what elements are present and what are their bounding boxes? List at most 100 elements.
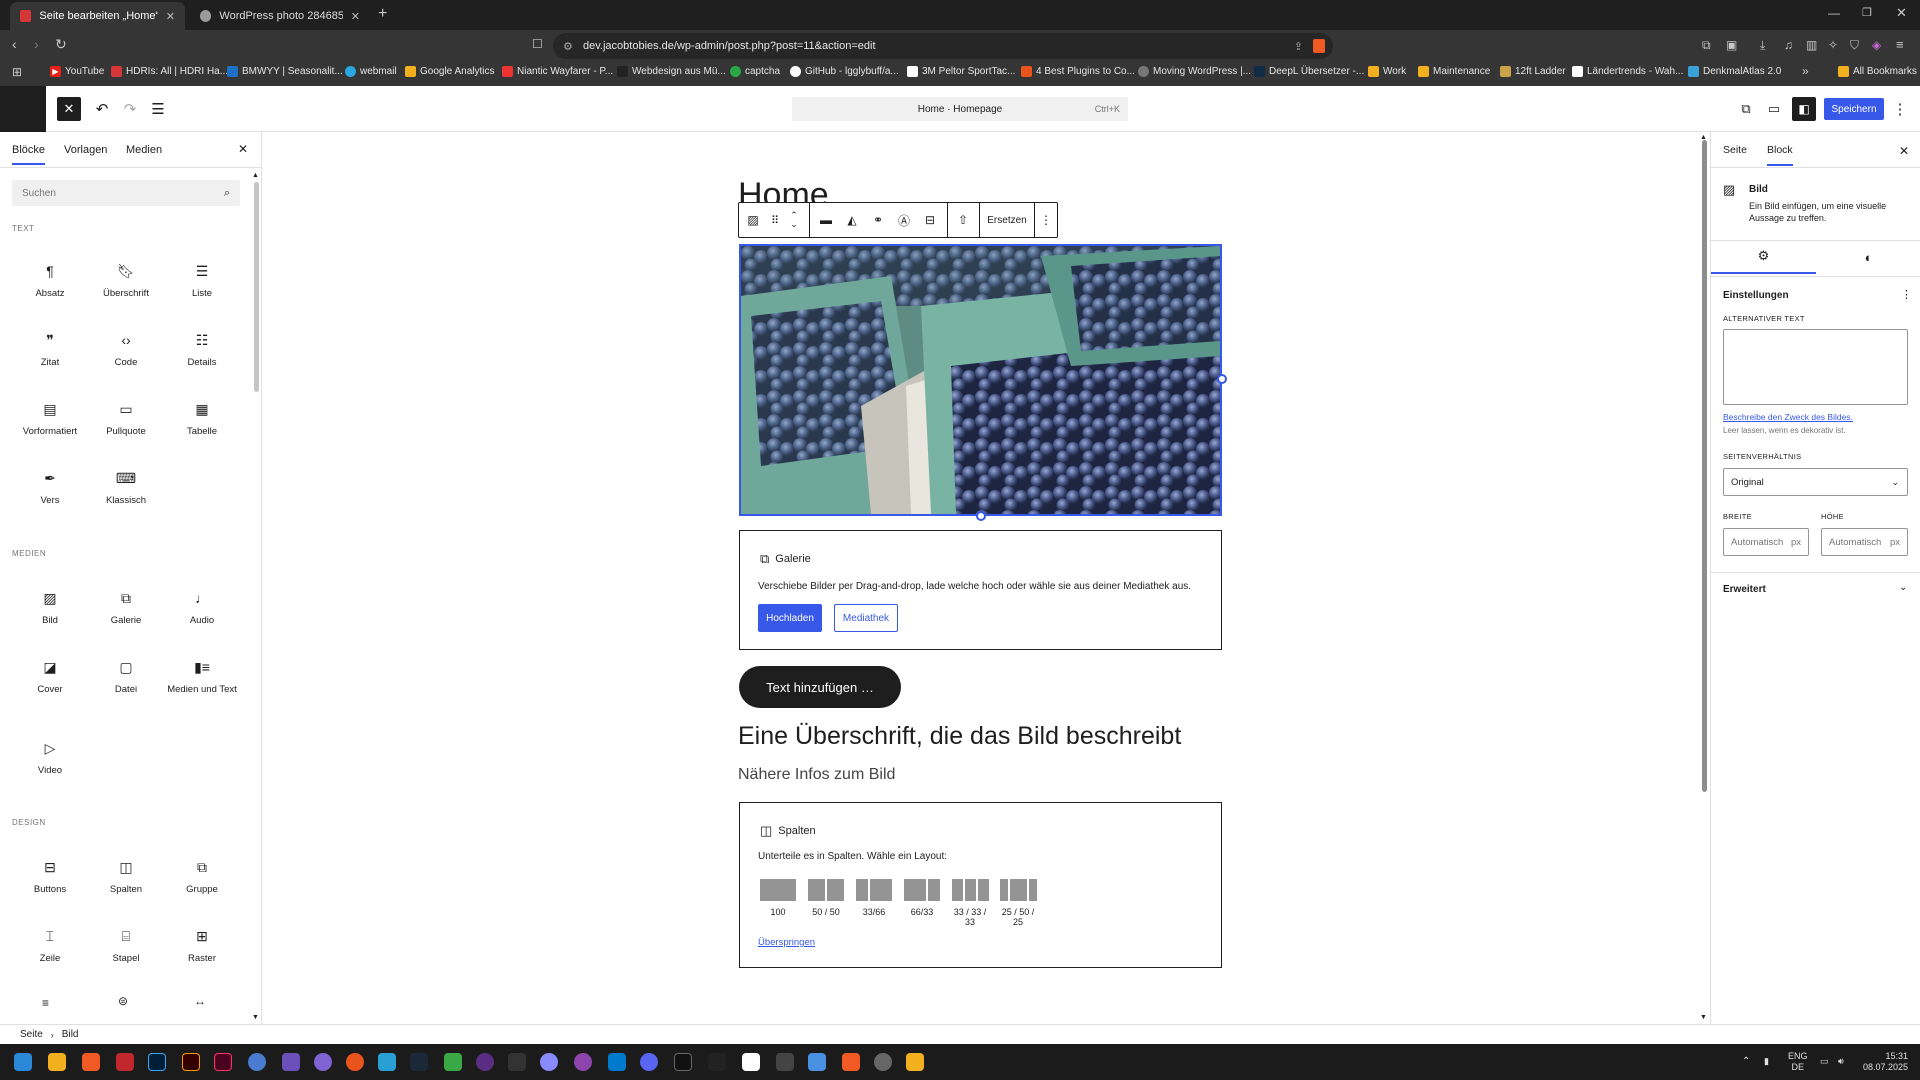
download-icon[interactable]: ⤓ — [1760, 38, 1765, 53]
tray-chevron-icon[interactable]: ⌃ — [1742, 1056, 1750, 1067]
app-icon[interactable] — [314, 1053, 332, 1071]
layout-option[interactable]: 25 / 50 / 25 — [996, 879, 1040, 927]
site-info-icon[interactable]: ⚙ — [563, 40, 573, 53]
bookmark-item[interactable]: ▶ YouTube — [50, 66, 104, 77]
save-button[interactable]: Speichern — [1824, 98, 1884, 120]
block-buttons[interactable]: ⊟ Buttons — [12, 856, 88, 895]
bookmark-item[interactable]: Ländertrends - Wah... — [1572, 66, 1683, 77]
app-icon[interactable] — [248, 1053, 266, 1071]
back-icon[interactable]: ‹ — [12, 36, 17, 52]
aspect-ratio-select[interactable]: Original ⌄ — [1723, 468, 1908, 496]
separator-icon[interactable]: ⊜ — [118, 994, 128, 1008]
move-updown-icon[interactable]: ⌃ ⌄ — [783, 203, 805, 237]
vpn-icon[interactable]: ⛉ — [1850, 38, 1859, 53]
advanced-panel-toggle[interactable]: Erweitert — [1723, 584, 1766, 595]
layout-option[interactable]: 100 — [756, 879, 800, 917]
bookmark-item[interactable]: Niantic Wayfarer - P... — [502, 66, 613, 77]
discord-icon[interactable] — [640, 1053, 658, 1071]
app-icon[interactable] — [282, 1053, 300, 1071]
alt-text-help-link[interactable]: Beschreibe den Zweck des Bildes. — [1723, 412, 1853, 422]
app-icon[interactable] — [808, 1053, 826, 1071]
skip-link[interactable]: Überspringen — [758, 937, 815, 948]
tab-blocks[interactable]: Blöcke — [12, 144, 46, 165]
app-icon[interactable] — [476, 1053, 494, 1071]
scroll-up-icon[interactable]: ▲ — [1700, 134, 1707, 141]
tab-block[interactable]: Block — [1767, 144, 1793, 166]
view-page-icon[interactable]: ⧉ — [1734, 97, 1758, 121]
bookmark-item[interactable]: Google Analytics — [405, 66, 495, 77]
browser-tab-active[interactable]: Seite bearbeiten „Home“ ‹ TEST ✕ — [10, 2, 185, 30]
close-window-icon[interactable]: ✕ — [1896, 5, 1907, 21]
bookmark-item[interactable]: Webdesign aus Mü... — [617, 66, 726, 77]
screenshot-icon[interactable]: ▣ — [1726, 38, 1737, 52]
block-paragraph[interactable]: ¶ Absatz — [12, 260, 88, 299]
brave-icon[interactable] — [842, 1053, 860, 1071]
add-text-button[interactable]: Text hinzufügen … — [739, 666, 901, 708]
block-stack[interactable]: ⌸ Stapel — [88, 925, 164, 964]
block-audio[interactable]: ♩ Audio — [164, 587, 240, 626]
tab-patterns[interactable]: Vorlagen — [64, 144, 107, 156]
app-icon[interactable] — [776, 1053, 794, 1071]
app-icon[interactable] — [708, 1053, 726, 1071]
app-icon[interactable] — [742, 1053, 760, 1071]
block-cover[interactable]: ◪ Cover — [12, 656, 88, 695]
bookmark-item[interactable]: Work — [1368, 66, 1406, 77]
bookmark-item[interactable]: DeepL Übersetzer -... — [1254, 66, 1364, 77]
new-tab-icon[interactable]: + — [378, 5, 387, 23]
canvas-scrollbar[interactable] — [1702, 140, 1707, 792]
breadcrumb-item[interactable]: Bild — [62, 1029, 79, 1040]
page-title[interactable]: Home — [738, 176, 829, 204]
layout-option[interactable]: 66/33 — [900, 879, 944, 917]
photoshop-icon[interactable] — [148, 1053, 166, 1071]
bookmark-item[interactable]: captcha — [730, 66, 780, 77]
start-icon[interactable] — [14, 1053, 32, 1071]
close-inserter-icon[interactable]: ✕ — [238, 142, 248, 156]
block-heading[interactable]: 🔖︎ Überschrift — [88, 260, 164, 299]
alt-text-icon[interactable]: Ⓐ — [891, 203, 917, 237]
block-image[interactable]: ▨ Bild — [12, 587, 88, 626]
redo-icon[interactable]: ↷ — [118, 97, 142, 121]
block-classic[interactable]: ⌨ Klassisch — [88, 467, 164, 506]
block-group[interactable]: ⧉ Gruppe — [164, 856, 240, 895]
close-settings-icon[interactable]: ✕ — [1899, 144, 1909, 158]
steam-icon[interactable] — [410, 1053, 428, 1071]
app-icon[interactable] — [574, 1053, 592, 1071]
height-field[interactable]: Automatisch px — [1821, 528, 1908, 556]
layout-option[interactable]: 33/66 — [852, 879, 896, 917]
layout-option[interactable]: 50 / 50 — [804, 879, 848, 917]
styles-icon[interactable]: ◐ — [1816, 240, 1920, 274]
block-code[interactable]: ‹› Code — [88, 329, 164, 368]
wordpress-logo[interactable] — [0, 86, 46, 132]
block-gallery[interactable]: ⧉ Galerie — [88, 587, 164, 626]
profile-icon[interactable]: ◈ — [1872, 38, 1881, 52]
block-video[interactable]: ▷ Video — [12, 737, 88, 776]
illustrator-icon[interactable] — [182, 1053, 200, 1071]
more-options-icon[interactable]: ⋮ — [1035, 203, 1057, 237]
block-table[interactable]: ▦ Tabelle — [164, 398, 240, 437]
bookmark-item[interactable]: 12ft Ladder — [1500, 66, 1566, 77]
indesign-icon[interactable] — [214, 1053, 232, 1071]
app-icon[interactable] — [444, 1053, 462, 1071]
settings-gear-icon[interactable]: ⚙ — [1711, 240, 1816, 274]
language-indicator[interactable]: ENG DE — [1788, 1051, 1808, 1073]
close-tab-icon[interactable]: ✕ — [166, 10, 175, 23]
scroll-up-icon[interactable]: ▲ — [252, 172, 259, 179]
upload-button[interactable]: Hochladen — [758, 604, 822, 632]
image-heading[interactable]: Eine Überschrift, die das Bild beschreib… — [738, 722, 1181, 751]
block-details[interactable]: ☷ Details — [164, 329, 240, 368]
image-icon[interactable]: ▨ — [739, 203, 767, 237]
menu-icon[interactable]: ≡ — [1896, 37, 1904, 52]
brave-shield-icon[interactable] — [1313, 39, 1325, 53]
blueberries-image[interactable] — [739, 244, 1222, 516]
tray-usb-icon[interactable]: ▮ — [1764, 1056, 1769, 1067]
more-icon[interactable]: ≡ — [42, 996, 49, 1010]
scroll-down-icon[interactable]: ▼ — [1700, 1014, 1707, 1021]
share-icon[interactable]: ⇪ — [1294, 40, 1303, 53]
block-preformatted[interactable]: ▤ Vorformatiert — [12, 398, 88, 437]
breadcrumb-item[interactable]: Seite — [20, 1029, 43, 1040]
reload-icon[interactable]: ↻ — [55, 36, 67, 53]
block-row[interactable]: ⌶ Zeile — [12, 925, 88, 964]
app-icon[interactable] — [874, 1053, 892, 1071]
options-icon[interactable]: ⋮ — [1892, 97, 1908, 121]
spacer-icon[interactable]: ↔ — [194, 994, 206, 1008]
